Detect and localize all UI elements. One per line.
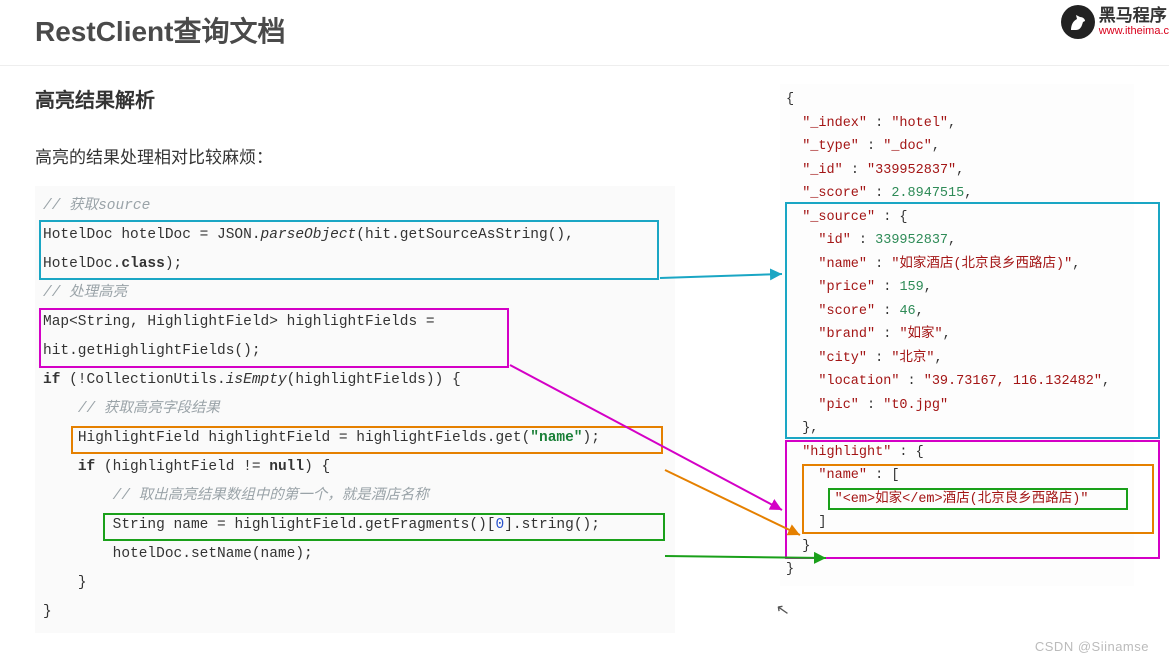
code-comment: // 处理高亮 xyxy=(43,285,127,301)
java-code-block: // 获取source HotelDoc hotelDoc = JSON.par… xyxy=(35,186,675,633)
watermark: CSDN @Siinamse xyxy=(1035,639,1149,654)
brand-name: 黑马程序 xyxy=(1099,7,1169,26)
brand-block: 黑马程序 www.itheima.c xyxy=(1061,5,1169,39)
code-comment: // 获取高亮字段结果 xyxy=(78,401,220,417)
horse-icon xyxy=(1061,5,1095,39)
page-header: RestClient查询文档 黑马程序 www.itheima.c xyxy=(0,0,1169,66)
json-response-block: { "_index" : "hotel", "_type" : "_doc", … xyxy=(780,84,1134,586)
brand-url: www.itheima.c xyxy=(1099,25,1169,37)
code-comment: // 获取source xyxy=(43,198,150,214)
code-comment: // 取出高亮结果数组中的第一个，就是酒店名称 xyxy=(113,488,429,504)
intro-text: 高亮的结果处理相对比较麻烦： xyxy=(35,143,675,168)
section-heading: 高亮结果解析 xyxy=(35,84,675,113)
page-title: RestClient查询文档 xyxy=(35,10,1134,50)
